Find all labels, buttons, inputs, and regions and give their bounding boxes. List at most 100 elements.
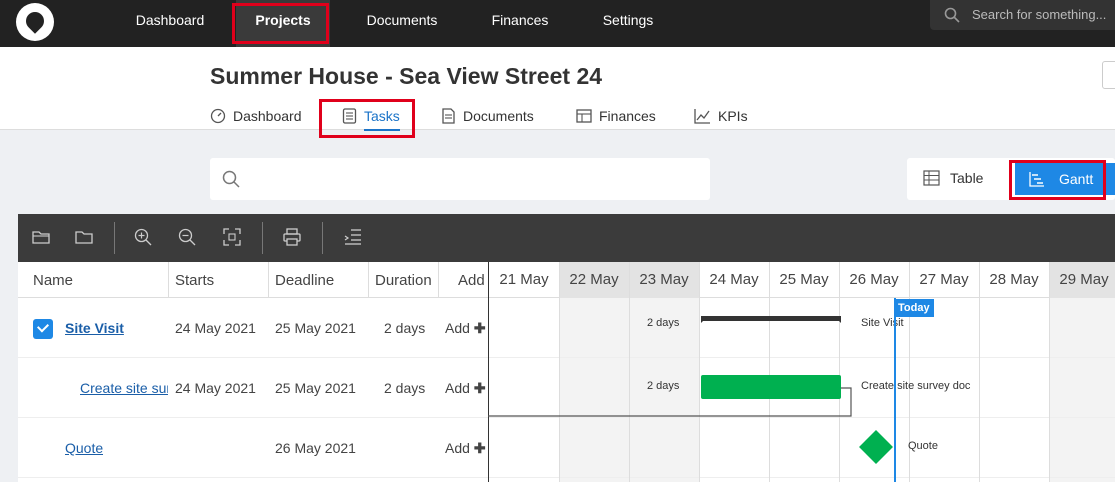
gantt-task-label: Quote	[908, 440, 938, 452]
today-line	[894, 298, 896, 482]
grid-header: Name Starts Deadline Duration Add 21 May…	[18, 262, 1115, 298]
task-deadline: 25 May 2021	[275, 320, 356, 336]
task-duration: 2 days	[384, 380, 426, 396]
day-header: 29 May	[1049, 262, 1115, 298]
add-subtask-button[interactable]: Add ✚	[445, 380, 486, 397]
table-view-label: Table	[950, 170, 984, 186]
gantt-toolbar	[18, 214, 1115, 262]
day-header: 26 May	[849, 271, 899, 288]
column-divider[interactable]	[168, 262, 169, 298]
tab-documents-label: Documents	[463, 108, 534, 124]
plus-icon: ✚	[473, 380, 486, 396]
task-starts: 24 May 2021	[175, 320, 256, 336]
day-divider	[559, 262, 560, 482]
day-divider	[1049, 262, 1050, 482]
nav-dashboard[interactable]: Dashboard	[122, 0, 218, 47]
expand-checkbox[interactable]	[33, 319, 53, 339]
column-header-name[interactable]: Name	[33, 272, 73, 289]
day-divider	[979, 262, 980, 482]
gantt-icon	[1029, 172, 1044, 187]
toolbar-separator	[114, 222, 115, 254]
top-navbar: Dashboard Projects Documents Finances Se…	[0, 0, 1115, 47]
today-marker: Today	[894, 299, 934, 317]
add-label: Add	[445, 380, 470, 396]
global-search-placeholder: Search for something...	[972, 7, 1107, 22]
column-header-starts[interactable]: Starts	[175, 272, 214, 289]
gantt-view-label: Gantt	[1059, 171, 1094, 187]
finances-icon	[576, 109, 592, 123]
page-title: Summer House - Sea View Street 24	[210, 63, 603, 89]
global-search[interactable]: Search for something...	[930, 0, 1115, 30]
gantt-duration-label: 2 days	[647, 317, 680, 329]
task-name-link[interactable]: Quote	[65, 440, 103, 456]
day-header: 27 May	[919, 271, 969, 288]
tab-finances-label: Finances	[599, 108, 656, 124]
column-header-deadline[interactable]: Deadline	[275, 272, 334, 289]
column-header-duration[interactable]: Duration	[375, 272, 441, 289]
column-divider[interactable]	[268, 262, 269, 298]
task-name-link[interactable]: Site Visit	[65, 320, 124, 336]
day-header: 25 May	[779, 271, 829, 288]
task-duration: 2 days	[384, 320, 426, 336]
view-toggle: Table Gantt	[907, 158, 1115, 200]
nav-documents[interactable]: Documents	[352, 0, 452, 47]
grid-splitter[interactable]	[488, 262, 489, 482]
tab-kpis[interactable]: KPIs	[694, 105, 748, 127]
day-divider	[769, 262, 770, 482]
task-search-input[interactable]	[210, 158, 710, 200]
nav-settings[interactable]: Settings	[590, 0, 666, 47]
tab-documents[interactable]: Documents	[441, 105, 534, 127]
task-name-link[interactable]: Create site survey doc	[80, 380, 168, 396]
add-subtask-button[interactable]: Add ✚	[445, 440, 486, 457]
day-header: 28 May	[989, 271, 1039, 288]
nav-projects[interactable]: Projects	[236, 0, 330, 47]
dashboard-gauge-icon	[210, 108, 226, 124]
day-divider	[629, 262, 630, 482]
zoom-in-icon[interactable]	[134, 228, 152, 246]
indent-icon[interactable]	[344, 228, 362, 246]
open-folder-icon[interactable]	[32, 228, 50, 246]
task-deadline: 26 May 2021	[275, 440, 356, 456]
tab-dashboard-label: Dashboard	[233, 108, 302, 124]
day-header: 23 May	[629, 262, 699, 298]
documents-icon	[442, 108, 455, 124]
tab-tasks[interactable]: Tasks	[342, 105, 400, 131]
plus-icon: ✚	[473, 320, 486, 336]
search-icon	[944, 7, 960, 23]
tasks-list-icon	[342, 108, 357, 124]
gantt-grid: Name Starts Deadline Duration Add 21 May…	[18, 262, 1115, 482]
add-subtask-button[interactable]: Add ✚	[445, 320, 486, 337]
tab-dashboard[interactable]: Dashboard	[210, 105, 302, 127]
plus-icon: ✚	[473, 440, 486, 456]
day-header: 22 May	[559, 262, 629, 298]
fit-screen-icon[interactable]	[223, 228, 241, 246]
column-divider[interactable]	[368, 262, 369, 298]
column-header-add[interactable]: Add	[458, 272, 485, 289]
kpi-chart-icon	[694, 109, 710, 124]
folder-icon[interactable]	[75, 228, 93, 246]
tab-kpis-label: KPIs	[718, 108, 748, 124]
table-view-button[interactable]: Table	[923, 170, 983, 186]
header-action-button[interactable]	[1102, 61, 1115, 89]
task-deadline: 25 May 2021	[275, 380, 356, 396]
gantt-task-label: Create site survey doc	[861, 380, 971, 392]
print-icon[interactable]	[283, 228, 301, 246]
tab-tasks-label: Tasks	[364, 108, 400, 124]
zoom-out-icon[interactable]	[178, 228, 196, 246]
day-divider	[839, 262, 840, 482]
day-divider	[699, 262, 700, 482]
toolbar-separator	[322, 222, 323, 254]
day-header: 21 May	[499, 271, 549, 288]
add-label: Add	[445, 320, 470, 336]
nav-finances[interactable]: Finances	[478, 0, 562, 47]
tab-finances[interactable]: Finances	[576, 105, 656, 127]
gantt-view-button[interactable]: Gantt	[1015, 163, 1115, 195]
gantt-task-label: Site Visit	[861, 317, 904, 329]
summary-bar[interactable]	[701, 316, 841, 323]
search-icon	[222, 170, 240, 188]
table-icon	[923, 170, 940, 186]
toolbar-separator	[262, 222, 263, 254]
column-divider[interactable]	[438, 262, 439, 298]
app-logo-icon[interactable]	[16, 3, 54, 41]
project-header: Summer House - Sea View Street 24 Dashbo…	[0, 47, 1115, 131]
